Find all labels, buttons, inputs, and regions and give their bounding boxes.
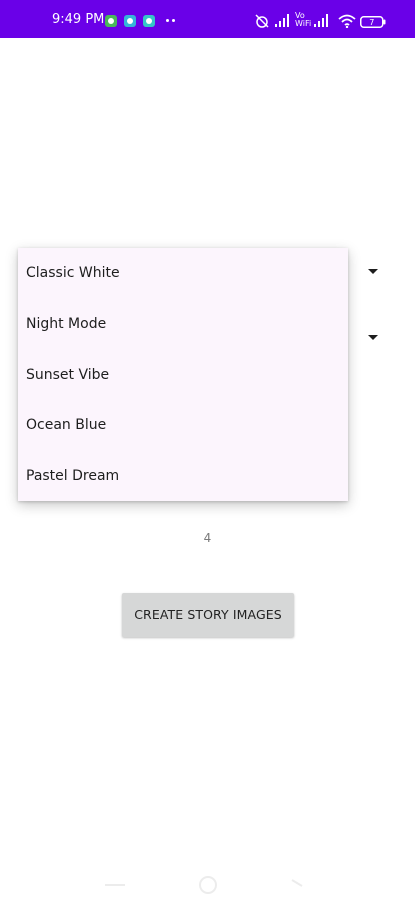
menu-item-label: Classic White bbox=[26, 265, 120, 281]
theme-dropdown-menu: Classic White Night Mode Sunset Vibe Oce… bbox=[18, 248, 348, 501]
more-notifications-icon bbox=[166, 19, 176, 22]
battery-icon: 7 bbox=[360, 16, 386, 28]
menu-item-classic-white[interactable]: Classic White bbox=[18, 248, 348, 298]
theme-dropdown-arrow-icon[interactable] bbox=[368, 269, 378, 274]
back-icon[interactable] bbox=[105, 884, 125, 886]
menu-item-sunset-vibe[interactable]: Sunset Vibe bbox=[18, 350, 348, 400]
recents-icon[interactable] bbox=[290, 876, 304, 890]
status-time: 9:49 PM bbox=[52, 12, 105, 27]
navigation-bar bbox=[0, 866, 415, 896]
home-icon[interactable] bbox=[199, 876, 217, 894]
number-value: 4 bbox=[203, 531, 212, 545]
app-notification-icon bbox=[105, 15, 117, 27]
volte-icon: Vo WiFi bbox=[295, 11, 312, 28]
menu-item-night-mode[interactable]: Night Mode bbox=[18, 299, 348, 349]
signal-icon bbox=[314, 14, 328, 27]
status-bar: 9:49 PM Vo WiFi 7 bbox=[0, 0, 415, 38]
menu-item-label: Night Mode bbox=[26, 316, 107, 332]
settings-notification-icon bbox=[124, 15, 136, 27]
menu-item-label: Ocean Blue bbox=[26, 417, 107, 433]
menu-item-label: Sunset Vibe bbox=[26, 367, 110, 383]
menu-item-ocean-blue[interactable]: Ocean Blue bbox=[18, 400, 348, 450]
menu-item-label: Pastel Dream bbox=[26, 468, 120, 484]
second-dropdown-arrow-icon[interactable] bbox=[368, 335, 378, 340]
menu-item-pastel-dream[interactable]: Pastel Dream bbox=[18, 451, 348, 501]
settings-notification-icon bbox=[143, 15, 155, 27]
battery-level: 7 bbox=[369, 18, 374, 27]
create-story-images-button[interactable]: CREATE STORY IMAGES bbox=[122, 593, 294, 637]
signal-icon bbox=[275, 14, 289, 27]
alarm-off-icon bbox=[255, 14, 269, 28]
wifi-icon bbox=[338, 14, 356, 28]
